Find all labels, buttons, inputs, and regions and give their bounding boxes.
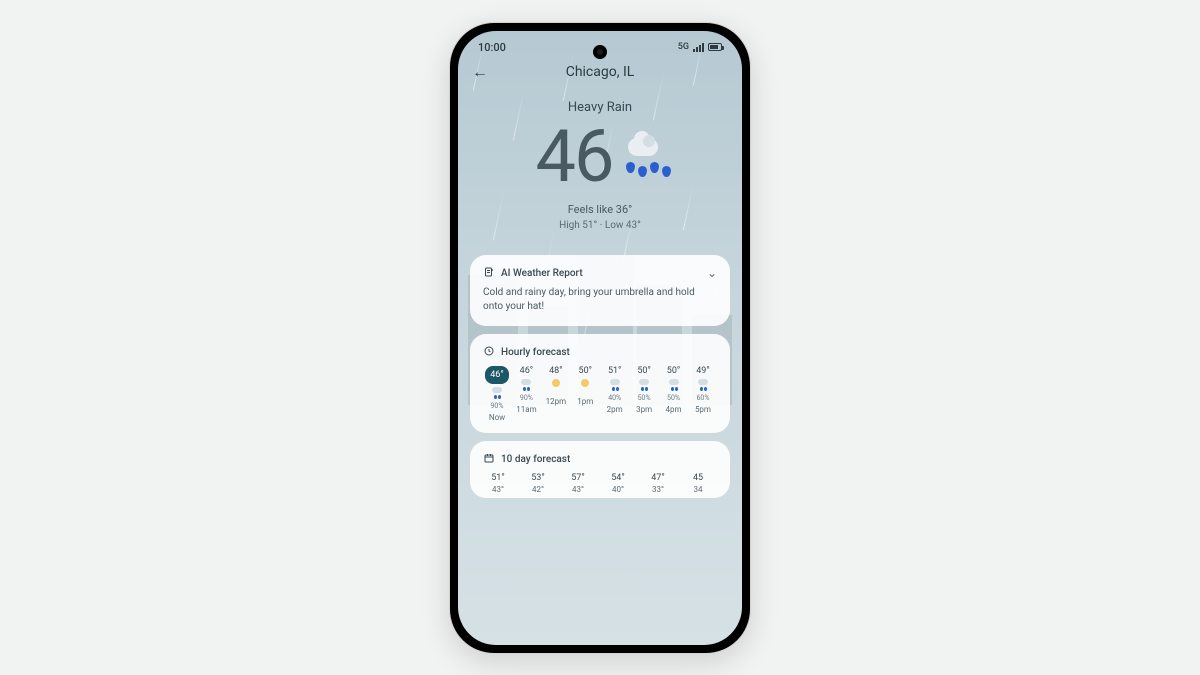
hour-temp: 49° [696,366,709,376]
high-low: High 51° · Low 43° [468,220,732,231]
hour-label: 11am [516,405,536,414]
hour-temp: 50° [637,366,650,376]
day-low: 40° [612,485,624,494]
hour-temp: 50° [667,366,680,376]
day-col[interactable]: 53°42° [523,473,553,494]
hourly-row[interactable]: 46° 90% Now 46° 90% 11am 48° 12pm 50° 1pm 51° 40% 2p… [483,366,717,422]
hour-label: 3pm [636,405,652,414]
precip-pct: 90% [520,394,533,402]
hour-temp: 48° [549,366,562,376]
network-label: 5G [678,42,689,52]
precip-pct: 40% [608,394,621,402]
hour-temp: 46° [485,366,508,384]
current-weather: Heavy Rain 46 Feels like 36° High 51° · … [458,86,742,237]
daily-row[interactable]: 51°43°53°42°57°43°54°40°47°33°4534 [483,473,717,494]
hour-col[interactable]: 46° 90% Now [483,366,511,422]
hour-label: 4pm [666,405,682,414]
day-high: 53° [531,473,544,483]
hour-col[interactable]: 50° 1pm [571,366,599,422]
sunny-icon [549,379,563,391]
signal-icon [693,43,704,52]
hour-label: 2pm [607,405,623,414]
condition-label: Heavy Rain [468,100,732,115]
precip-pct: 60% [696,394,709,402]
daily-title: 10 day forecast [501,454,570,465]
hour-col[interactable]: 50° 50% 3pm [630,366,658,422]
day-high: 47° [651,473,664,483]
hour-col[interactable]: 48° 12pm [542,366,570,422]
day-col[interactable]: 54°40° [603,473,633,494]
hour-col[interactable]: 51° 40% 2pm [601,366,629,422]
day-high: 54° [611,473,624,483]
sunny-icon [578,379,592,391]
hour-temp: 50° [579,366,592,376]
day-high: 51° [491,473,504,483]
rain-icon [490,387,504,399]
day-col[interactable]: 51°43° [483,473,513,494]
hour-temp: 51° [608,366,621,376]
hour-label: 1pm [577,397,593,406]
calendar-icon [483,452,495,467]
day-low: 43° [572,485,584,494]
sparkle-doc-icon [483,266,495,281]
hour-label: Now [489,413,505,422]
ai-report-text: Cold and rainy day, bring your umbrella … [483,286,717,315]
day-low: 43° [492,485,504,494]
precip-pct: 90% [491,402,504,410]
battery-icon [708,43,722,51]
precip-pct: 50% [667,394,680,402]
app-header: ← Chicago, IL [458,58,742,86]
feels-like: Feels like 36° [468,203,732,216]
hourly-forecast-card[interactable]: Hourly forecast 46° 90% Now 46° 90% 11am 48° 12… [470,334,730,433]
rain-icon [637,379,651,391]
hour-label: 5pm [695,405,711,414]
day-low: 34 [694,485,703,494]
chevron-down-icon[interactable]: ⌄ [707,266,717,280]
hour-temp: 46° [520,366,533,376]
precip-pct: 50% [638,394,651,402]
rain-icon [667,379,681,391]
day-col[interactable]: 57°43° [563,473,593,494]
hour-col[interactable]: 46° 90% 11am [512,366,540,422]
rain-icon [696,379,710,391]
phone-screen: 10:00 5G ← Chicago, IL Heavy Rain 46 [458,31,742,645]
rain-icon [519,379,533,391]
location-title[interactable]: Chicago, IL [472,64,728,80]
day-col[interactable]: 47°33° [643,473,673,494]
ai-report-card[interactable]: AI Weather Report ⌄ Cold and rainy day, … [470,255,730,326]
phone-frame: 10:00 5G ← Chicago, IL Heavy Rain 46 [450,23,750,653]
ai-report-title: AI Weather Report [501,268,583,279]
hourly-title: Hourly forecast [501,347,570,358]
rain-icon [608,379,622,391]
day-low: 33° [652,485,664,494]
front-camera [593,45,607,59]
status-time: 10:00 [478,41,506,54]
hour-label: 12pm [546,397,567,406]
day-low: 42° [532,485,544,494]
day-high: 45 [693,473,703,483]
hour-col[interactable]: 49° 60% 5pm [689,366,717,422]
hour-col[interactable]: 50° 50% 4pm [660,366,688,422]
day-col[interactable]: 4534 [683,473,713,494]
daily-forecast-card[interactable]: 10 day forecast 51°43°53°42°57°43°54°40°… [470,441,730,498]
heavy-rain-icon [618,134,664,180]
day-high: 57° [571,473,584,483]
current-temp: 46 [536,121,613,193]
clock-icon [483,345,495,360]
